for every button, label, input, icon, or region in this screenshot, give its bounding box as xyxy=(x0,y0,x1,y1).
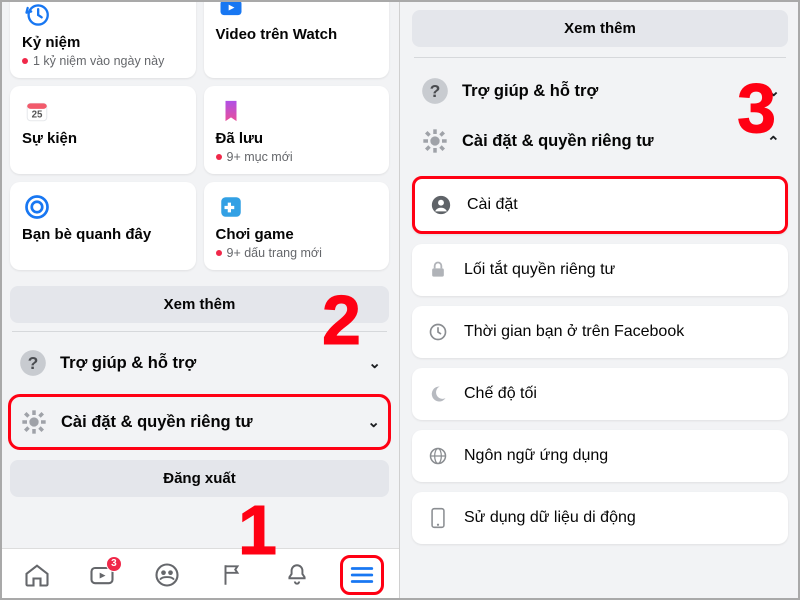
nearby-icon xyxy=(22,192,52,222)
question-circle-icon: ? xyxy=(420,76,450,106)
menu-item-label: Lối tắt quyền riêng tư xyxy=(464,261,615,279)
logout-button[interactable]: Đăng xuất xyxy=(10,460,389,497)
gaming-icon xyxy=(216,192,246,222)
home-icon xyxy=(23,561,51,589)
menu-item-time-on-facebook[interactable]: Thời gian bạn ở trên Facebook xyxy=(412,306,788,358)
right-panel: Xem thêm ? Trợ giúp & hỗ trợ ⌄ Cài đặt &… xyxy=(400,0,800,600)
chevron-down-icon: ⌄ xyxy=(367,413,380,431)
svg-text:?: ? xyxy=(28,353,39,373)
help-support-row[interactable]: ? Trợ giúp & hỗ trợ ⌄ xyxy=(10,338,389,388)
svg-text:25: 25 xyxy=(32,110,43,121)
menu-item-privacy-shortcuts[interactable]: Lối tắt quyền riêng tư xyxy=(412,244,788,296)
bell-icon xyxy=(284,562,310,588)
card-subtitle: 1 kỷ niệm vào ngày này xyxy=(22,54,186,68)
menu-item-label: Ngôn ngữ ứng dụng xyxy=(464,447,608,465)
person-circle-icon xyxy=(429,193,453,217)
lock-icon xyxy=(426,258,450,282)
card-title: Chơi game xyxy=(216,226,380,244)
section-label: Trợ giúp & hỗ trợ xyxy=(60,354,356,373)
phone-icon xyxy=(426,506,450,530)
chevron-down-icon: ⌄ xyxy=(767,82,780,100)
new-dot-icon xyxy=(22,58,28,64)
tab-watch[interactable]: 3 xyxy=(80,555,124,595)
left-panel: Kỷ niệm 1 kỷ niệm vào ngày này Video trê… xyxy=(0,0,400,600)
calendar-icon: 25 xyxy=(22,96,52,126)
shortcut-grid: Kỷ niệm 1 kỷ niệm vào ngày này Video trê… xyxy=(0,0,399,278)
card-title: Sự kiện xyxy=(22,130,186,148)
card-title: Video trên Watch xyxy=(216,26,380,44)
new-dot-icon xyxy=(216,250,222,256)
card-gaming[interactable]: Chơi game 9+ dấu trang mới xyxy=(204,182,390,270)
tab-pages[interactable] xyxy=(210,555,254,595)
settings-privacy-row[interactable]: Cài đặt & quyền riêng tư ⌄ xyxy=(8,394,391,450)
svg-text:?: ? xyxy=(430,81,441,101)
settings-submenu: Cài đặt Lối tắt quyền riêng tư Thời gian… xyxy=(400,176,800,544)
tab-notifications[interactable] xyxy=(275,555,319,595)
card-saved[interactable]: Đã lưu 9+ mục mới xyxy=(204,86,390,174)
menu-item-app-language[interactable]: Ngôn ngữ ứng dụng xyxy=(412,430,788,482)
card-memories[interactable]: Kỷ niệm 1 kỷ niệm vào ngày này xyxy=(10,0,196,78)
bottom-tab-bar: 3 xyxy=(0,548,399,600)
tab-menu[interactable] xyxy=(340,555,384,595)
hamburger-icon xyxy=(349,564,375,586)
watch-icon xyxy=(216,0,246,22)
tab-groups[interactable] xyxy=(145,555,189,595)
card-nearby-friends[interactable]: Bạn bè quanh đây xyxy=(10,182,196,270)
gear-icon xyxy=(19,407,49,437)
clock-icon xyxy=(426,320,450,344)
new-dot-icon xyxy=(216,154,222,160)
menu-item-label: Thời gian bạn ở trên Facebook xyxy=(464,323,684,341)
chevron-down-icon: ⌄ xyxy=(368,354,381,372)
question-circle-icon: ? xyxy=(18,348,48,378)
card-title: Đã lưu xyxy=(216,130,380,148)
menu-item-mobile-data[interactable]: Sử dụng dữ liệu di động xyxy=(412,492,788,544)
see-more-button[interactable]: Xem thêm xyxy=(412,10,788,47)
menu-item-dark-mode[interactable]: Chế độ tối xyxy=(412,368,788,420)
card-events[interactable]: 25 Sự kiện xyxy=(10,86,196,174)
section-label: Cài đặt & quyền riêng tư xyxy=(462,132,755,151)
section-label: Trợ giúp & hỗ trợ xyxy=(462,82,755,101)
badge-count: 3 xyxy=(106,556,122,572)
globe-icon xyxy=(426,444,450,468)
card-subtitle: 9+ mục mới xyxy=(216,150,380,164)
card-subtitle: 9+ dấu trang mới xyxy=(216,246,380,260)
tab-home[interactable] xyxy=(15,555,59,595)
menu-item-label: Chế độ tối xyxy=(464,385,537,403)
moon-icon xyxy=(426,382,450,406)
flag-icon xyxy=(219,562,245,588)
menu-item-settings[interactable]: Cài đặt xyxy=(412,176,788,234)
groups-icon xyxy=(153,561,181,589)
section-label: Cài đặt & quyền riêng tư xyxy=(61,413,355,432)
card-watch[interactable]: Video trên Watch xyxy=(204,0,390,78)
card-title: Bạn bè quanh đây xyxy=(22,226,186,244)
menu-item-label: Sử dụng dữ liệu di động xyxy=(464,509,636,527)
menu-item-label: Cài đặt xyxy=(467,196,518,214)
bookmark-icon xyxy=(216,96,246,126)
settings-privacy-row[interactable]: Cài đặt & quyền riêng tư ⌄ xyxy=(412,116,788,166)
chevron-up-icon: ⌄ xyxy=(767,132,780,150)
card-title: Kỷ niệm xyxy=(22,34,186,52)
help-support-row[interactable]: ? Trợ giúp & hỗ trợ ⌄ xyxy=(412,66,788,116)
clock-rewind-icon xyxy=(22,0,52,30)
see-more-button[interactable]: Xem thêm xyxy=(10,286,389,323)
gear-icon xyxy=(420,126,450,156)
